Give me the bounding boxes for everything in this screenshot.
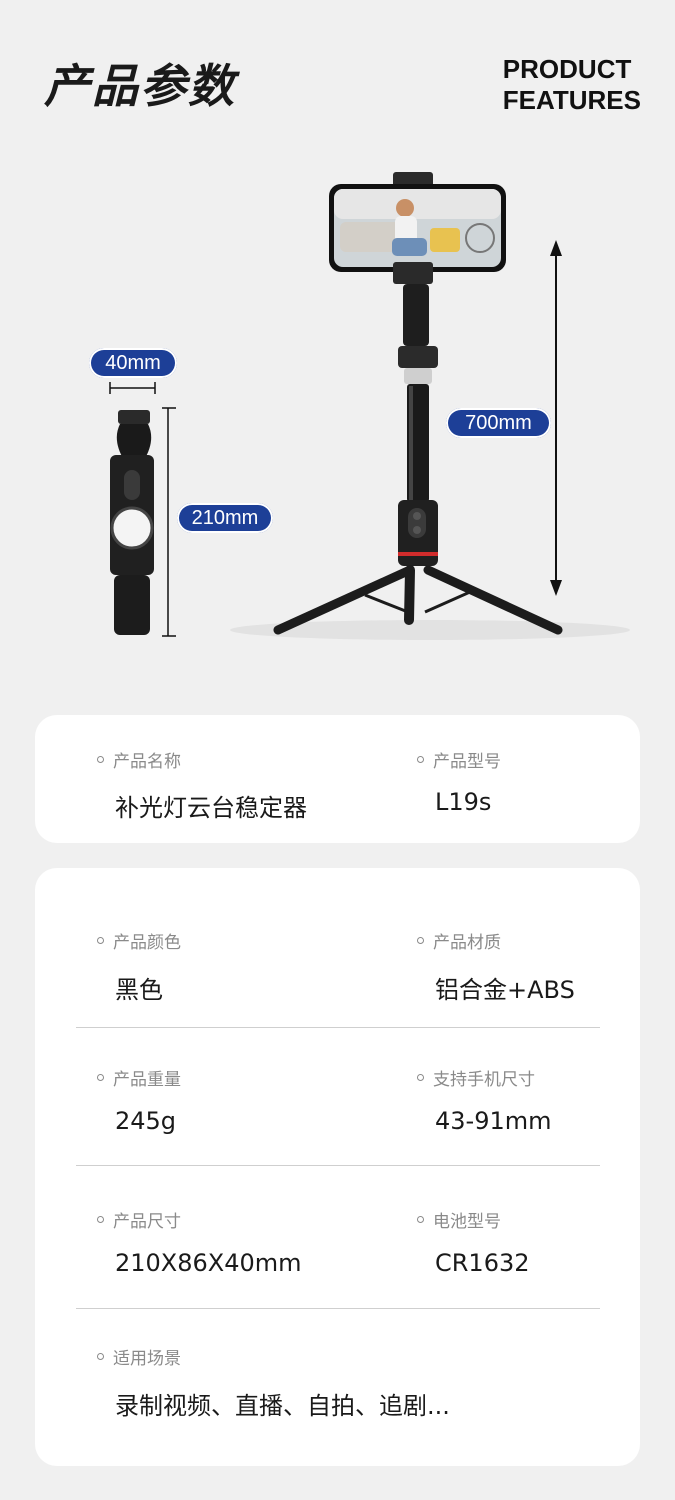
spec-label: 产品材质: [433, 933, 501, 953]
spec-label: 产品重量: [113, 1070, 181, 1090]
bullet-icon: [97, 1353, 104, 1360]
extended-height-badge: 700mm: [446, 408, 551, 438]
spec-label: 产品型号: [433, 752, 501, 772]
spec-item-weight: 产品重量 245g: [97, 1065, 181, 1135]
bullet-icon: [97, 1216, 104, 1223]
spec-value: 黑色: [115, 976, 163, 1004]
spec-value: 210X86X40mm: [115, 1249, 302, 1277]
width-dimension-badge: 40mm: [89, 348, 177, 378]
bullet-icon: [97, 937, 104, 944]
divider: [76, 1027, 600, 1028]
page-title: 产品参数: [44, 59, 236, 113]
divider: [76, 1308, 600, 1309]
bullet-icon: [97, 1074, 104, 1081]
subtitle-line-2: FEATURES: [502, 85, 641, 115]
spec-value: 录制视频、直播、自拍、追剧...: [115, 1392, 450, 1420]
spec-item-material: 产品材质 铝合金+ABS: [417, 928, 575, 1005]
spec-label: 产品名称: [113, 752, 181, 772]
spec-item-name: 产品名称 补光灯云台稳定器: [97, 747, 307, 823]
spec-item-phone-size: 支持手机尺寸 43-91mm: [417, 1065, 552, 1135]
folded-height-badge: 210mm: [177, 503, 273, 533]
page-subtitle-en: PRODUCT FEATURES: [503, 54, 641, 116]
spec-item-dimensions: 产品尺寸 210X86X40mm: [97, 1207, 302, 1277]
spec-card-basic: 产品名称 补光灯云台稳定器 产品型号 L19s: [35, 715, 640, 843]
bullet-icon: [97, 756, 104, 763]
divider: [76, 1165, 600, 1166]
spec-label: 产品颜色: [113, 933, 181, 953]
bullet-icon: [417, 756, 424, 763]
bullet-icon: [417, 937, 424, 944]
spec-item-model: 产品型号 L19s: [417, 747, 501, 816]
spec-label: 适用场景: [113, 1349, 181, 1369]
subtitle-line-1: PRODUCT: [502, 54, 632, 84]
spec-item-scenarios: 适用场景 录制视频、直播、自拍、追剧...: [97, 1344, 450, 1421]
bullet-icon: [417, 1074, 424, 1081]
spec-label: 支持手机尺寸: [433, 1070, 535, 1090]
bullet-icon: [417, 1216, 424, 1223]
spec-label: 电池型号: [433, 1212, 501, 1232]
spec-label: 产品尺寸: [113, 1212, 181, 1232]
spec-value: L19s: [435, 788, 492, 816]
spec-item-color: 产品颜色 黑色: [97, 928, 181, 1005]
spec-value: 245g: [115, 1107, 177, 1135]
spec-value: 43-91mm: [435, 1107, 552, 1135]
spec-value: CR1632: [435, 1249, 530, 1277]
spec-card-details: 产品颜色 黑色 产品材质 铝合金+ABS 产品重量 245g 支持手机尺寸 43…: [35, 868, 640, 1466]
spec-value: 铝合金+ABS: [435, 976, 575, 1004]
spec-value: 补光灯云台稳定器: [115, 794, 307, 822]
spec-item-battery: 电池型号 CR1632: [417, 1207, 530, 1277]
product-image: [109, 172, 630, 640]
